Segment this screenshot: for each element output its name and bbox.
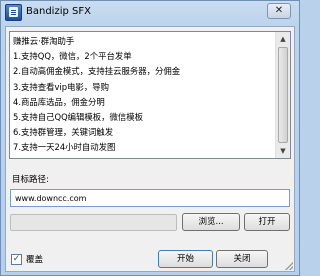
description-line: 3.支持查看vip电影，导购 <box>13 81 109 92</box>
description-lines: 赚推云·群淘助手 1.支持QQ，微信，2个平台发单 2.自动高佣金模式，支持挂云… <box>13 34 275 156</box>
close-icon: ✕ <box>274 5 284 16</box>
extract-progress-bar <box>10 214 177 231</box>
description-line: 赚推云·群淘助手 <box>13 36 75 46</box>
description-line: 7.支持一天24小时自动发图 <box>13 142 116 153</box>
vertical-scrollbar[interactable]: ▲ ▼ <box>275 32 290 158</box>
start-button[interactable]: 开始 <box>158 250 213 268</box>
dialog-body: 赚推云·群淘助手 1.支持QQ，微信，2个平台发单 2.自动高佣金模式，支持挂云… <box>5 26 295 272</box>
overwrite-label: 覆盖 <box>26 255 44 265</box>
checkmark-icon: ✓ <box>12 254 21 264</box>
description-textbox[interactable]: 赚推云·群淘助手 1.支持QQ，微信，2个平台发单 2.自动高佣金模式，支持挂云… <box>9 31 291 159</box>
title-bar[interactable]: Bandizip SFX ✕ <box>1 1 299 25</box>
description-line: 2.自动高佣金模式，支持挂云服务器，分佣金 <box>13 66 181 77</box>
archive-app-icon <box>5 4 22 21</box>
browse-button[interactable]: 浏览... <box>182 213 240 231</box>
description-line: 4.商品库选品，佣金分明 <box>13 96 105 107</box>
close-button[interactable]: 关闭 <box>216 250 268 268</box>
description-line: 6.支持群管理，关键词触发 <box>13 127 114 138</box>
window-close-button[interactable]: ✕ <box>267 3 291 19</box>
description-line: 5.支持自己QQ编辑模板，微信模板 <box>13 111 144 122</box>
resize-grip-icon[interactable] <box>285 262 293 270</box>
scroll-up-arrow-icon[interactable]: ▲ <box>276 32 290 46</box>
open-button[interactable]: 打开 <box>244 213 290 231</box>
scroll-down-arrow-icon[interactable]: ▼ <box>276 144 290 158</box>
scrollbar-thumb[interactable] <box>278 47 288 143</box>
window-title: Bandizip SFX <box>26 6 91 17</box>
sfx-window: Bandizip SFX ✕ 赚推云·群淘助手 1.支持QQ，微信，2个平台发单… <box>0 0 300 276</box>
target-path-input[interactable] <box>10 189 290 207</box>
description-line: 1.支持QQ，微信，2个平台发单 <box>13 51 132 62</box>
overwrite-checkbox[interactable]: ✓ <box>11 254 22 265</box>
target-path-label: 目标路径: <box>12 175 49 185</box>
